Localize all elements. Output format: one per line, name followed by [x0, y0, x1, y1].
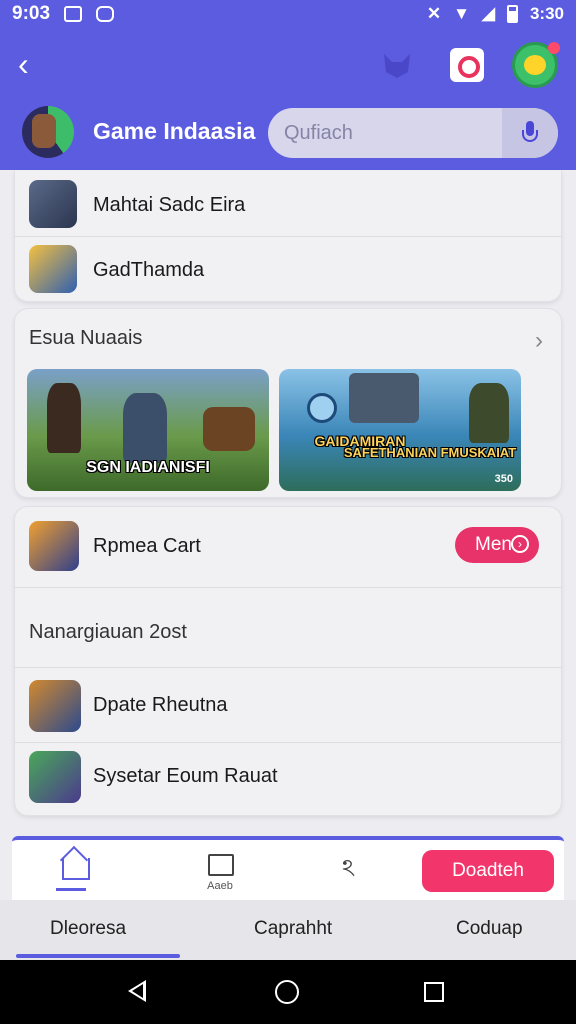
banner-subtitle: 350	[494, 473, 513, 485]
download-button[interactable]: Doadteh	[422, 850, 554, 892]
promo-button[interactable]: Men ›	[455, 527, 539, 563]
nav-tab-2[interactable]: Caprahht	[254, 918, 332, 940]
system-recents-icon[interactable]	[424, 982, 444, 1002]
promo-row[interactable]: Rpmea Cart Men ›	[15, 507, 561, 587]
chevron-right-icon: ›	[511, 535, 529, 553]
shield-game-icon	[29, 680, 81, 732]
search-input[interactable]: Qufiach	[268, 108, 558, 158]
home-tab-indicator	[56, 888, 86, 891]
system-back-icon[interactable]	[128, 980, 146, 1002]
section-title: Nanargiauan 2ost	[29, 621, 187, 643]
wifi-icon: ▼	[453, 4, 470, 23]
notification-badge	[548, 42, 560, 54]
top-games-card: Mahtai Sadc Eira GadThamda	[14, 170, 562, 302]
promo-button-label: Men	[475, 534, 512, 555]
image-notification-icon	[64, 6, 83, 22]
bottom-tab-bar: Aaeb Doadteh	[12, 836, 564, 900]
list-item-label: Dpate Rheutna	[93, 694, 228, 716]
featured-card: Esua Nuaais › SGN IADIANISFI GAIDAMIRAN …	[14, 308, 562, 498]
app-bar: ‹ Game Indaasia Qufiach	[0, 28, 576, 170]
status-time: 9:03	[12, 3, 51, 24]
camera-icon[interactable]	[450, 48, 484, 82]
section-title: Esua Nuaais	[29, 327, 143, 349]
battery-icon	[506, 5, 518, 23]
app-notification-icon	[96, 6, 115, 22]
banner-title-secondary: SAFETHANIAN FMUSKAIAT	[343, 445, 517, 460]
bottom-navigation: Dleoresa Caprahht Coduap	[0, 900, 576, 960]
system-navigation-bar	[0, 960, 576, 1024]
search-placeholder[interactable]: Qufiach	[284, 108, 353, 158]
games-card: Rpmea Cart Men › Nanargiauan 2ost Dpate …	[14, 506, 562, 816]
knight-game-icon	[29, 180, 77, 228]
featured-banner[interactable]: SGN IADIANISFI	[27, 369, 269, 491]
mascot-icon[interactable]	[380, 48, 414, 82]
promo-label: Rpmea Cart	[93, 535, 201, 557]
list-item[interactable]: Sysetar Eoum Rauat	[15, 743, 561, 815]
list-item-label: Sysetar Eoum Rauat	[93, 765, 278, 787]
hero-game-icon	[29, 751, 81, 803]
featured-banner[interactable]: GAIDAMIRAN SAFETHANIAN FMUSKAIAT 350	[279, 369, 521, 491]
list-item-label: Mahtai Sadc Eira	[93, 194, 246, 216]
nav-tab-1[interactable]: Dleoresa	[50, 918, 126, 940]
system-home-icon[interactable]	[275, 980, 299, 1004]
nfc-icon: ✕	[426, 4, 442, 23]
banner-title: SGN IADIANISFI	[86, 459, 210, 476]
app-logo	[22, 106, 74, 158]
list-item[interactable]: Dpate Rheutna	[15, 668, 561, 742]
nav-active-indicator	[16, 954, 180, 958]
microphone-icon[interactable]	[502, 108, 558, 158]
chevron-right-icon[interactable]: ›	[535, 327, 543, 355]
warrior-game-icon	[29, 245, 77, 293]
list-item[interactable]: Mahtai Sadc Eira	[15, 172, 561, 236]
news-tab-label: Aaeb	[207, 880, 233, 892]
app-title: Game Indaasia	[93, 118, 256, 144]
chat-icon[interactable]	[334, 850, 374, 894]
list-item[interactable]: GadThamda	[15, 237, 561, 301]
news-icon[interactable]: Aaeb	[200, 850, 240, 894]
back-button[interactable]: ‹	[18, 46, 54, 82]
status-bar: 9:03 ✕ ▼ ◢ 3:30	[0, 0, 576, 28]
hero-game-icon	[29, 521, 79, 571]
signal-icon: ◢	[481, 4, 495, 23]
list-item-label: GadThamda	[93, 259, 205, 281]
nav-tab-3[interactable]: Coduap	[456, 918, 523, 940]
status-time-right: 3:30	[529, 4, 564, 23]
